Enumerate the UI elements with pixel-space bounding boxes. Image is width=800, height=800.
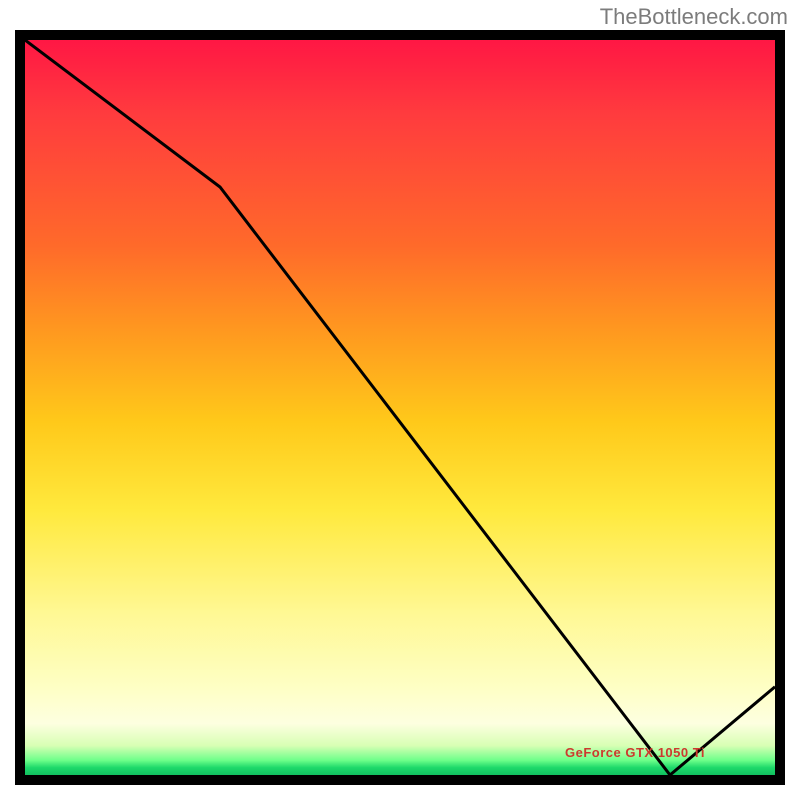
annotation-point-label: GeForce GTX 1050 Ti — [565, 745, 705, 760]
series-line — [25, 40, 775, 775]
chart-container: TheBottleneck.com GeForce GTX 1050 Ti — [0, 0, 800, 800]
plot-frame: GeForce GTX 1050 Ti — [15, 30, 785, 785]
line-series — [25, 40, 775, 775]
attribution-text: TheBottleneck.com — [600, 4, 788, 30]
